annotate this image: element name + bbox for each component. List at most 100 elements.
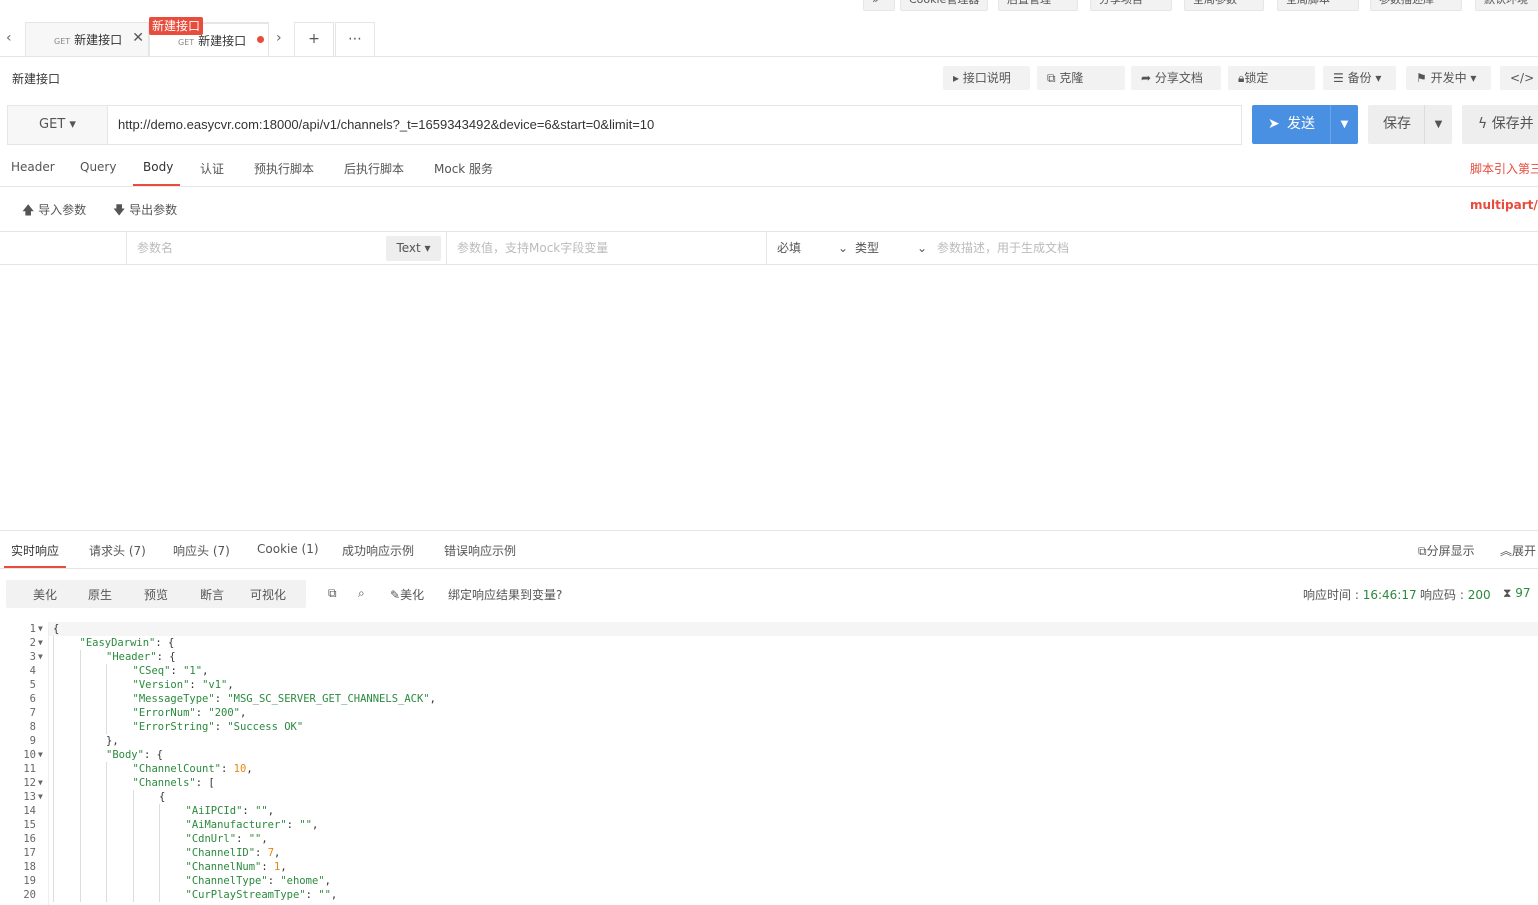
line-number: 4: [29, 665, 36, 677]
indent-guide: [53, 636, 54, 650]
status-label: 开发中: [1430, 71, 1467, 85]
view-raw[interactable]: 原生: [88, 586, 112, 603]
tab-request-headers[interactable]: 请求头 (7): [89, 542, 146, 559]
indent-guide: [79, 832, 81, 846]
indent-guide: [79, 678, 81, 692]
param-desc-lib-button[interactable]: 参数描述库: [1370, 0, 1462, 11]
more-tools-button[interactable]: »: [863, 0, 895, 11]
lock-button[interactable]: 🔒︎锁定: [1228, 66, 1315, 90]
tab-more-icon[interactable]: ⋯: [335, 22, 375, 57]
tab-request-1[interactable]: GET 新建接口 ✕: [25, 22, 149, 57]
code-line: 15 "AiManufacturer": "",: [0, 818, 1538, 832]
indent-guide: [79, 874, 81, 888]
indent-guide: [132, 874, 134, 888]
tab-divider: [0, 56, 1538, 57]
param-name-input[interactable]: 参数名: [126, 232, 386, 265]
tab-cookie[interactable]: Cookie (1): [257, 542, 319, 556]
clone-button[interactable]: ⧉ 克隆: [1037, 66, 1125, 90]
search-icon[interactable]: ⌕: [358, 586, 365, 601]
beautify-button[interactable]: ✎美化: [390, 586, 424, 603]
send-label: 发送: [1287, 116, 1315, 132]
view-beautify[interactable]: 美化: [33, 586, 57, 603]
script-import-link[interactable]: 脚本引入第三: [1470, 160, 1538, 177]
fold-icon[interactable]: ▼: [38, 790, 43, 804]
split-view-button[interactable]: ⧉分屏显示: [1418, 542, 1475, 559]
save-run-button[interactable]: ϟ 保存并: [1462, 105, 1538, 144]
tab-badge: 新建接口: [149, 17, 204, 35]
close-icon[interactable]: ✕: [132, 21, 144, 55]
kind-select[interactable]: 类型 ⌄: [855, 232, 927, 265]
view-preview[interactable]: 预览: [144, 586, 168, 603]
global-script-button[interactable]: 全局脚本: [1277, 0, 1359, 11]
copy-icon[interactable]: ⧉: [328, 586, 337, 601]
expand-button[interactable]: ︽展开: [1500, 542, 1536, 559]
code-line: 11 "ChannelCount": 10,: [0, 762, 1538, 776]
code-line: 9},: [0, 734, 1538, 748]
tab-response-headers[interactable]: 响应头 (7): [173, 542, 230, 559]
backup-label: 备份: [1347, 71, 1372, 85]
code-line: 1 ▼ {: [0, 622, 1538, 636]
tab-auth[interactable]: 认证: [200, 160, 224, 177]
generate-code-button[interactable]: </> 生: [1500, 66, 1538, 90]
required-select[interactable]: 必填 ⌄: [766, 232, 848, 265]
indent-guide: [79, 748, 81, 762]
code-line: 3 ▼ "Header": {: [0, 650, 1538, 664]
content-type-select[interactable]: multipart/fo: [1470, 198, 1538, 212]
response-code-view[interactable]: 1 ▼{2 ▼ "EasyDarwin": {3 ▼ "Header": {4 "CSeq"…: [0, 622, 1538, 905]
doc-button[interactable]: ▸ 接口说明: [943, 66, 1030, 90]
tab-realtime-response[interactable]: 实时响应: [11, 542, 59, 559]
fold-icon[interactable]: ▼: [38, 650, 43, 664]
tab-error-example[interactable]: 错误响应示例: [444, 542, 516, 559]
line-number: 2: [29, 637, 36, 649]
indent-guide: [53, 706, 54, 720]
tab-next-icon[interactable]: ›: [276, 30, 282, 46]
global-params-button[interactable]: 全局参数: [1184, 0, 1264, 11]
code-text: {: [53, 623, 60, 635]
tab-prev-icon[interactable]: ‹: [6, 30, 12, 46]
save-dropdown-icon[interactable]: ▼: [1424, 105, 1452, 144]
indent-guide: [132, 846, 134, 860]
divider: [0, 186, 1538, 187]
param-value-input[interactable]: 参数值，支持Mock字段变量: [446, 232, 766, 265]
import-params-button[interactable]: 🡅︎ 导入参数: [22, 201, 86, 222]
param-desc-input[interactable]: 参数描述，用于生成文档: [937, 232, 1069, 265]
view-visualize[interactable]: 可视化: [250, 586, 286, 603]
env-select-button[interactable]: 默认环境: [1475, 0, 1538, 11]
send-dropdown-icon[interactable]: ▼: [1330, 105, 1358, 144]
send-button[interactable]: ➤ 发送 ▼: [1252, 105, 1358, 144]
tab-post-script[interactable]: 后执行脚本: [344, 160, 404, 177]
bind-variable-link[interactable]: 绑定响应结果到变量?: [448, 586, 562, 603]
tab-query[interactable]: Query: [80, 160, 116, 174]
add-tab-icon[interactable]: +: [294, 22, 334, 57]
tab-mock[interactable]: Mock 服务: [434, 160, 493, 177]
share-project-button[interactable]: 分享项目: [1090, 0, 1172, 11]
response-code: 响应码 : 200: [1420, 586, 1491, 603]
fold-icon[interactable]: ▼: [38, 622, 43, 636]
param-type-label: Text: [396, 241, 421, 255]
export-params-button[interactable]: 🡇︎ 导出参数: [113, 201, 177, 222]
share-doc-button[interactable]: ➦ 分享文档: [1131, 66, 1221, 90]
indent-guide: [159, 804, 160, 818]
code-text: "Version": "v1",: [132, 679, 234, 691]
code-text: {: [159, 791, 166, 803]
tab-header[interactable]: Header: [11, 160, 55, 174]
fold-icon[interactable]: ▼: [38, 776, 43, 790]
url-input[interactable]: http://demo.easycvr.com:18000/api/v1/cha…: [118, 106, 654, 144]
save-button[interactable]: 保存 ▼: [1368, 105, 1452, 144]
tab-body[interactable]: Body: [143, 160, 173, 174]
param-type-select[interactable]: Text ▾: [386, 236, 441, 261]
indent-guide: [106, 790, 107, 804]
method-select[interactable]: GET ▾: [8, 106, 108, 144]
indent-guide: [106, 846, 107, 860]
view-assert[interactable]: 断言: [200, 586, 224, 603]
fold-icon[interactable]: ▼: [38, 636, 43, 650]
code-line: 18 "ChannelNum": 1,: [0, 860, 1538, 874]
cookie-manager-button[interactable]: Cookie管理器: [900, 0, 988, 11]
hourglass-icon: ⧗: [1503, 586, 1512, 600]
post-manage-button[interactable]: 后置管理: [998, 0, 1078, 11]
fold-icon[interactable]: ▼: [38, 748, 43, 762]
tab-pre-script[interactable]: 预执行脚本: [254, 160, 314, 177]
status-dropdown[interactable]: ⚑ 开发中 ▾: [1406, 66, 1491, 90]
backup-button[interactable]: ☰ 备份 ▾: [1323, 66, 1396, 90]
tab-success-example[interactable]: 成功响应示例: [342, 542, 414, 559]
